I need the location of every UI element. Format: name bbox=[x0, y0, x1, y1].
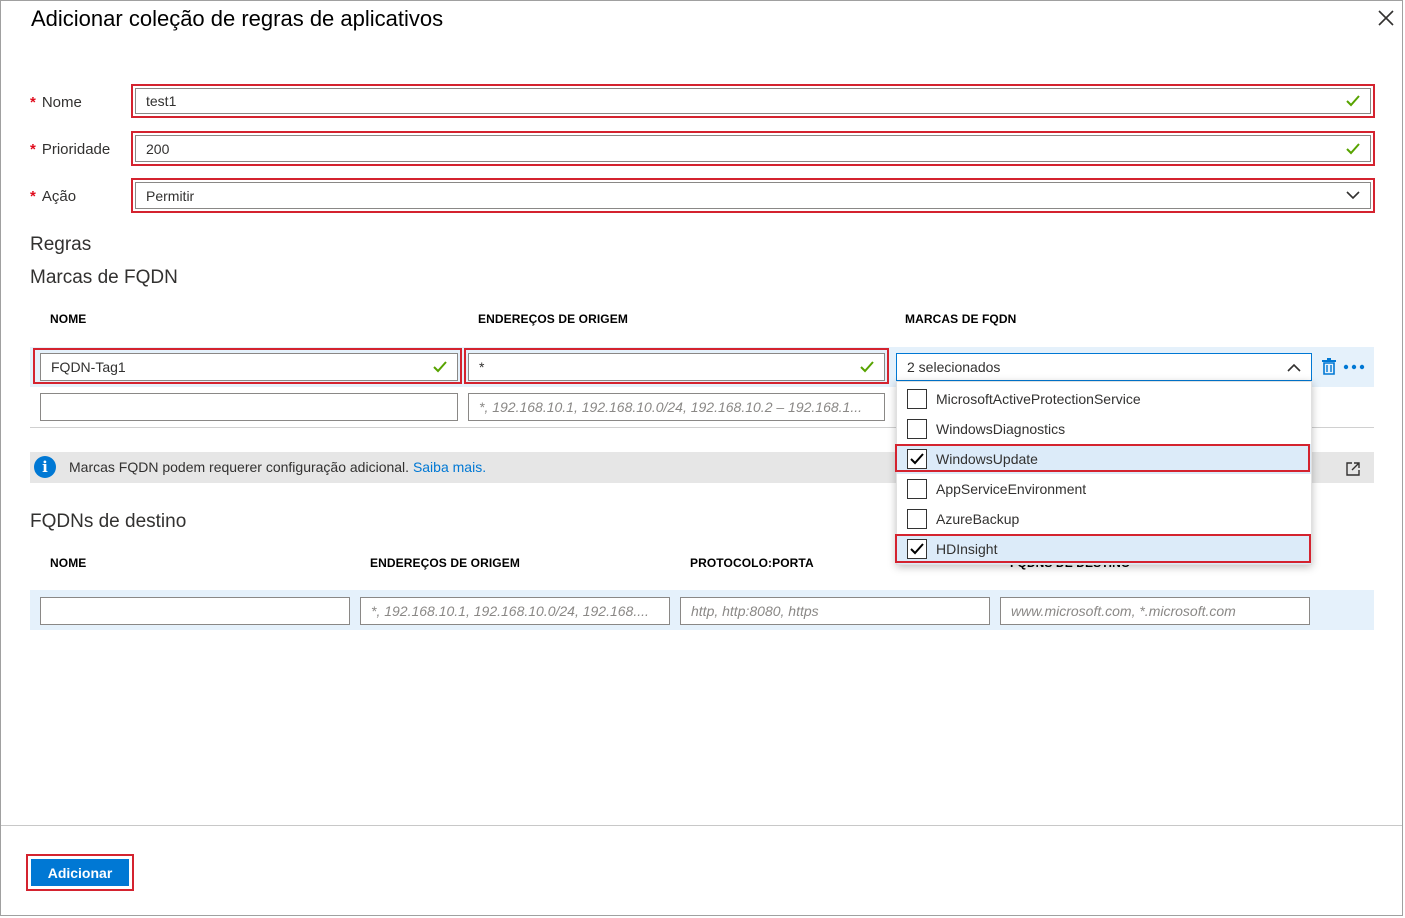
chevron-up-icon bbox=[1287, 363, 1301, 372]
delete-icon[interactable] bbox=[1322, 358, 1336, 375]
windowsupdate-highlight bbox=[895, 444, 1310, 472]
check-icon bbox=[1346, 142, 1360, 154]
action-label: * Ação bbox=[30, 188, 77, 205]
hdinsight-highlight bbox=[895, 534, 1311, 563]
check-icon bbox=[860, 361, 874, 373]
column-header-fqdn-tags: MARCAS DE FQDN bbox=[905, 312, 1017, 326]
target-name-input[interactable] bbox=[40, 597, 350, 625]
check-icon bbox=[433, 361, 447, 373]
column-header-protocol: PROTOCOLO:PORTA bbox=[690, 556, 814, 570]
check-icon bbox=[1346, 95, 1360, 107]
priority-label: * Prioridade bbox=[30, 141, 111, 158]
add-button[interactable]: Adicionar bbox=[31, 859, 129, 886]
close-icon[interactable] bbox=[1376, 8, 1396, 28]
learn-more-link[interactable]: Saiba mais. bbox=[413, 459, 486, 475]
target-fqdns-input[interactable]: www.microsoft.com, *.microsoft.com bbox=[1000, 597, 1310, 625]
fqdn-tag-source-input[interactable]: * bbox=[468, 353, 885, 381]
priority-input[interactable]: 200 bbox=[135, 135, 1371, 162]
option-microsoftactiveprotectionservice[interactable]: MicrosoftActiveProtectionService bbox=[897, 384, 1311, 414]
option-azurebackup[interactable]: AzureBackup bbox=[897, 504, 1311, 534]
dialog-title: Adicionar coleção de regras de aplicativ… bbox=[31, 6, 444, 31]
checkbox-icon[interactable] bbox=[907, 419, 927, 439]
footer-divider bbox=[1, 825, 1402, 826]
checkbox-icon[interactable] bbox=[907, 509, 927, 529]
column-header-name: NOME bbox=[50, 312, 87, 326]
option-appserviceenvironment[interactable]: AppServiceEnvironment bbox=[897, 474, 1311, 504]
target-protocol-input[interactable]: http, http:8080, https bbox=[680, 597, 990, 625]
info-message: Marcas FQDN podem requerer configuração … bbox=[69, 459, 487, 475]
chevron-down-icon bbox=[1346, 191, 1360, 200]
info-icon: i bbox=[34, 456, 56, 478]
more-icon[interactable] bbox=[1343, 364, 1365, 370]
rules-heading: Regras bbox=[30, 234, 92, 255]
name-label: * Nome bbox=[30, 94, 82, 111]
action-select[interactable]: Permitir bbox=[135, 182, 1371, 209]
checkbox-icon[interactable] bbox=[907, 389, 927, 409]
column-header-source: ENDEREÇOS DE ORIGEM bbox=[478, 312, 628, 326]
target-source-input[interactable]: *, 192.168.10.1, 192.168.10.0/24, 192.16… bbox=[360, 597, 670, 625]
external-link-icon[interactable] bbox=[1345, 461, 1361, 477]
target-fqdns-heading: FQDNs de destino bbox=[30, 511, 187, 532]
fqdn-tag-name-input-new[interactable] bbox=[40, 393, 458, 421]
fqdn-tag-source-input-new[interactable]: *, 192.168.10.1, 192.168.10.0/24, 192.16… bbox=[468, 393, 885, 421]
column-header-name: NOME bbox=[50, 556, 87, 570]
option-windowsdiagnostics[interactable]: WindowsDiagnostics bbox=[897, 414, 1311, 444]
fqdn-tags-heading: Marcas de FQDN bbox=[30, 267, 178, 288]
checkbox-icon[interactable] bbox=[907, 479, 927, 499]
column-header-source: ENDEREÇOS DE ORIGEM bbox=[370, 556, 520, 570]
fqdn-tags-select[interactable]: 2 selecionados bbox=[896, 353, 1312, 381]
name-input[interactable]: test1 bbox=[135, 88, 1371, 114]
fqdn-tag-name-input[interactable]: FQDN-Tag1 bbox=[40, 353, 458, 381]
